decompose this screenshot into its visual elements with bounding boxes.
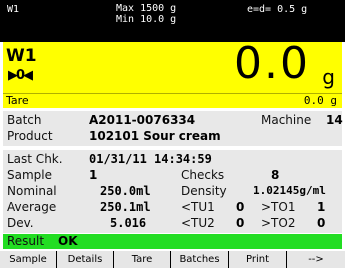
to2-label: >TO2 xyxy=(261,216,296,230)
tare-value: 0.0 g xyxy=(303,94,337,107)
scale-division: e=d= 0.5 g xyxy=(247,4,308,15)
scale-terminal-screen: W1 Max 1500 g Min 10.0 g e=d= 0.5 g W1 ▶… xyxy=(0,0,345,268)
weight-display: W1 ▶0◀ 0.0 g xyxy=(3,38,342,93)
product-value: 102101 Sour cream xyxy=(89,129,221,143)
softkey-next-arrow[interactable]: --> xyxy=(287,251,345,268)
weight-value: 0.0 xyxy=(234,38,310,89)
softkey-batches[interactable]: Batches xyxy=(171,251,229,268)
max-capacity: Max 1500 g xyxy=(116,3,177,14)
softkey-details[interactable]: Details xyxy=(57,251,114,268)
to2-value: 0 xyxy=(317,216,326,230)
result-label: Result xyxy=(7,234,45,248)
machine-label: Machine xyxy=(261,113,312,127)
density-label: Density xyxy=(181,184,227,198)
batch-label: Batch xyxy=(7,113,42,127)
check-panel: Last Chk. 01/31/11 14:34:59 Sample 1 Che… xyxy=(3,150,342,233)
result-value: OK xyxy=(58,234,78,248)
status-bar: W1 Max 1500 g Min 10.0 g e=d= 0.5 g xyxy=(0,0,345,42)
deviation-value: 5.016 xyxy=(110,216,147,230)
density-value: 1.02145g/ml xyxy=(253,184,326,197)
min-capacity: Min 10.0 g xyxy=(116,14,177,25)
last-check-label: Last Chk. xyxy=(7,152,63,166)
product-label: Product xyxy=(7,129,53,143)
tu1-value: 0 xyxy=(236,200,245,214)
batch-panel: Batch A2011-0076334 Machine 14 Product 1… xyxy=(3,111,343,146)
checks-value: 8 xyxy=(271,168,280,182)
tare-bar: Tare 0.0 g xyxy=(3,93,342,108)
tu1-label: <TU1 xyxy=(181,200,215,214)
sample-value: 1 xyxy=(89,168,98,182)
tu2-value: 0 xyxy=(236,216,245,230)
nominal-value: 250.0ml xyxy=(100,184,151,198)
nominal-label: Nominal xyxy=(7,184,57,198)
to1-value: 1 xyxy=(317,200,326,214)
average-label: Average xyxy=(7,200,57,214)
batch-value: A2011-0076334 xyxy=(89,113,196,127)
softkey-sample[interactable]: Sample xyxy=(0,251,57,268)
tare-label: Tare xyxy=(6,94,29,107)
scale-label: W1 xyxy=(7,4,20,15)
softkey-tare[interactable]: Tare xyxy=(114,251,171,268)
tu2-label: <TU2 xyxy=(181,216,215,230)
zero-indicator-icon: ▶0◀ xyxy=(8,68,33,83)
machine-value: 14 xyxy=(326,113,343,127)
last-check-value: 01/31/11 14:34:59 xyxy=(89,152,212,166)
softkey-bar: Sample Details Tare Batches Print --> xyxy=(0,251,345,268)
checks-label: Checks xyxy=(181,168,225,182)
scale-id: W1 xyxy=(6,46,37,66)
softkey-print[interactable]: Print xyxy=(229,251,287,268)
sample-label: Sample xyxy=(7,168,52,182)
deviation-label: Dev. xyxy=(7,216,34,230)
result-bar: Result OK xyxy=(3,234,342,249)
to1-label: >TO1 xyxy=(261,200,296,214)
average-value: 250.1ml xyxy=(100,200,151,214)
weight-unit: g xyxy=(322,65,335,89)
